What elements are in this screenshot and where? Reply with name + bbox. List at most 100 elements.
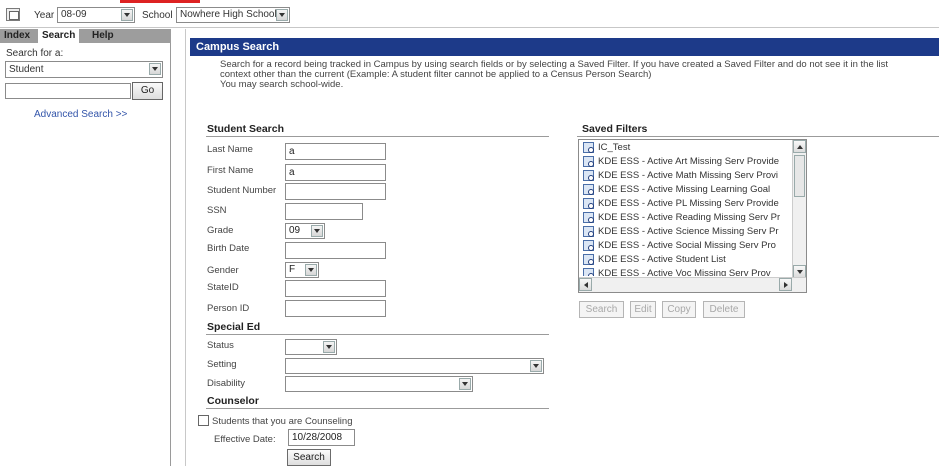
chevron-down-icon[interactable] — [305, 264, 317, 276]
school-select[interactable]: Nowhere High School — [176, 7, 290, 23]
list-item[interactable]: KDE ESS - Active Math Missing Serv Provi — [583, 170, 788, 183]
tab-index[interactable]: Index — [0, 29, 34, 43]
chevron-down-icon[interactable] — [276, 9, 288, 21]
counseling-checkbox-label: Students that you are Counseling — [212, 416, 353, 427]
status-label: Status — [207, 340, 234, 351]
magnifier-icon — [583, 226, 594, 237]
magnifier-icon — [583, 170, 594, 181]
list-item[interactable]: KDE ESS - Active PL Missing Serv Provide — [583, 198, 788, 211]
tab-search[interactable]: Search — [38, 29, 80, 43]
section-divider — [206, 136, 549, 137]
list-item[interactable]: KDE ESS - Active Missing Learning Goal — [583, 184, 788, 197]
left-panel: Index Search Help Search for a: Student … — [0, 29, 171, 466]
saved-filters-heading: Saved Filters — [582, 123, 648, 135]
menu-toggle-icon[interactable] — [6, 8, 20, 21]
birth-date-field[interactable] — [285, 242, 386, 259]
left-tabs: Index Search Help — [0, 29, 171, 43]
counselor-heading: Counselor — [207, 395, 259, 407]
search-type-select[interactable]: Student — [5, 61, 163, 78]
search-button[interactable]: Search — [287, 449, 331, 466]
section-divider — [206, 408, 549, 409]
ssn-field[interactable] — [285, 203, 363, 220]
stateid-label: StateID — [207, 282, 239, 293]
grade-select[interactable]: 09 — [285, 223, 325, 239]
disability-select[interactable] — [285, 376, 473, 392]
filter-name: KDE ESS - Active Student List — [598, 254, 726, 265]
setting-select[interactable] — [285, 358, 544, 374]
page-title: Campus Search — [190, 38, 939, 56]
effective-date-field[interactable] — [288, 429, 355, 446]
scroll-left-icon[interactable] — [579, 278, 592, 291]
disability-label: Disability — [207, 378, 246, 389]
tab-help[interactable]: Help — [88, 29, 118, 43]
scroll-right-icon[interactable] — [779, 278, 792, 291]
magnifier-icon — [583, 184, 594, 195]
chevron-down-icon[interactable] — [530, 360, 542, 372]
counseling-checkbox[interactable] — [198, 415, 209, 426]
magnifier-icon — [583, 212, 594, 223]
filter-name: KDE ESS - Active Math Missing Serv Provi — [598, 170, 779, 181]
search-for-label: Search for a: — [6, 48, 64, 59]
main-content: Campus Search Search for a record being … — [185, 29, 939, 466]
grade-value: 09 — [289, 225, 301, 236]
vertical-scrollbar[interactable] — [792, 140, 806, 278]
scroll-up-icon[interactable] — [793, 140, 806, 153]
chevron-down-icon[interactable] — [121, 9, 133, 21]
filter-name: KDE ESS - Active PL Missing Serv Provide — [598, 198, 779, 209]
gender-select[interactable]: F — [285, 262, 319, 278]
list-item[interactable]: KDE ESS - Active Voc Missing Serv Prov — [583, 268, 788, 276]
quick-search-input[interactable] — [5, 83, 131, 99]
grade-label: Grade — [207, 225, 234, 236]
chevron-down-icon[interactable] — [459, 378, 471, 390]
search-type-value: Student — [9, 64, 44, 75]
list-item[interactable]: KDE ESS - Active Social Missing Serv Pro — [583, 240, 788, 253]
last-name-label: Last Name — [207, 144, 253, 155]
student-number-label: Student Number — [207, 185, 277, 196]
year-select[interactable]: 08-09 — [57, 7, 135, 23]
go-button[interactable]: Go — [132, 82, 163, 100]
effective-date-label: Effective Date: — [214, 434, 276, 445]
filter-name: KDE ESS - Active Reading Missing Serv Pr — [598, 212, 781, 223]
person-id-label: Person ID — [207, 303, 250, 314]
year-select-value: 08-09 — [61, 9, 87, 20]
person-id-field[interactable] — [285, 300, 386, 317]
section-divider — [577, 136, 939, 137]
scroll-thumb[interactable] — [794, 155, 805, 197]
setting-label: Setting — [207, 359, 237, 370]
magnifier-icon — [583, 198, 594, 209]
filter-name: KDE ESS - Active Voc Missing Serv Prov — [598, 268, 771, 276]
magnifier-icon — [583, 156, 594, 167]
list-item[interactable]: KDE ESS - Active Art Missing Serv Provid… — [583, 156, 788, 169]
filter-delete-button[interactable]: Delete — [703, 301, 745, 318]
stateid-field[interactable] — [285, 280, 386, 297]
school-label: School — [142, 10, 173, 21]
list-item[interactable]: KDE ESS - Active Student List — [583, 254, 788, 267]
student-number-field[interactable] — [285, 183, 386, 200]
filter-name: KDE ESS - Active Science Missing Serv Pr — [598, 226, 779, 237]
student-search-heading: Student Search — [207, 123, 285, 135]
chevron-down-icon[interactable] — [311, 225, 323, 237]
list-item[interactable]: KDE ESS - Active Reading Missing Serv Pr — [583, 212, 788, 225]
first-name-field[interactable] — [285, 164, 386, 181]
horizontal-scrollbar[interactable] — [579, 277, 806, 292]
gender-value: F — [289, 264, 296, 275]
filter-edit-button[interactable]: Edit — [630, 301, 656, 318]
magnifier-icon — [583, 254, 594, 265]
filter-search-button[interactable]: Search — [579, 301, 624, 318]
list-item[interactable]: IC_Test — [583, 142, 788, 155]
first-name-label: First Name — [207, 165, 254, 176]
filter-copy-button[interactable]: Copy — [662, 301, 696, 318]
chevron-down-icon[interactable] — [323, 341, 335, 353]
year-label: Year — [34, 10, 55, 21]
birth-date-label: Birth Date — [207, 243, 250, 254]
filter-name: KDE ESS - Active Missing Learning Goal — [598, 184, 771, 195]
saved-filters-list[interactable]: IC_Test KDE ESS - Active Art Missing Ser… — [578, 139, 807, 293]
status-select[interactable] — [285, 339, 337, 355]
advanced-search-link[interactable]: Advanced Search >> — [34, 109, 127, 120]
description-line: You may search school-wide. — [220, 79, 344, 90]
chevron-down-icon[interactable] — [149, 63, 161, 75]
filter-name: KDE ESS - Active Art Missing Serv Provid… — [598, 156, 780, 167]
magnifier-icon — [583, 142, 594, 153]
list-item[interactable]: KDE ESS - Active Science Missing Serv Pr — [583, 226, 788, 239]
last-name-field[interactable] — [285, 143, 386, 160]
